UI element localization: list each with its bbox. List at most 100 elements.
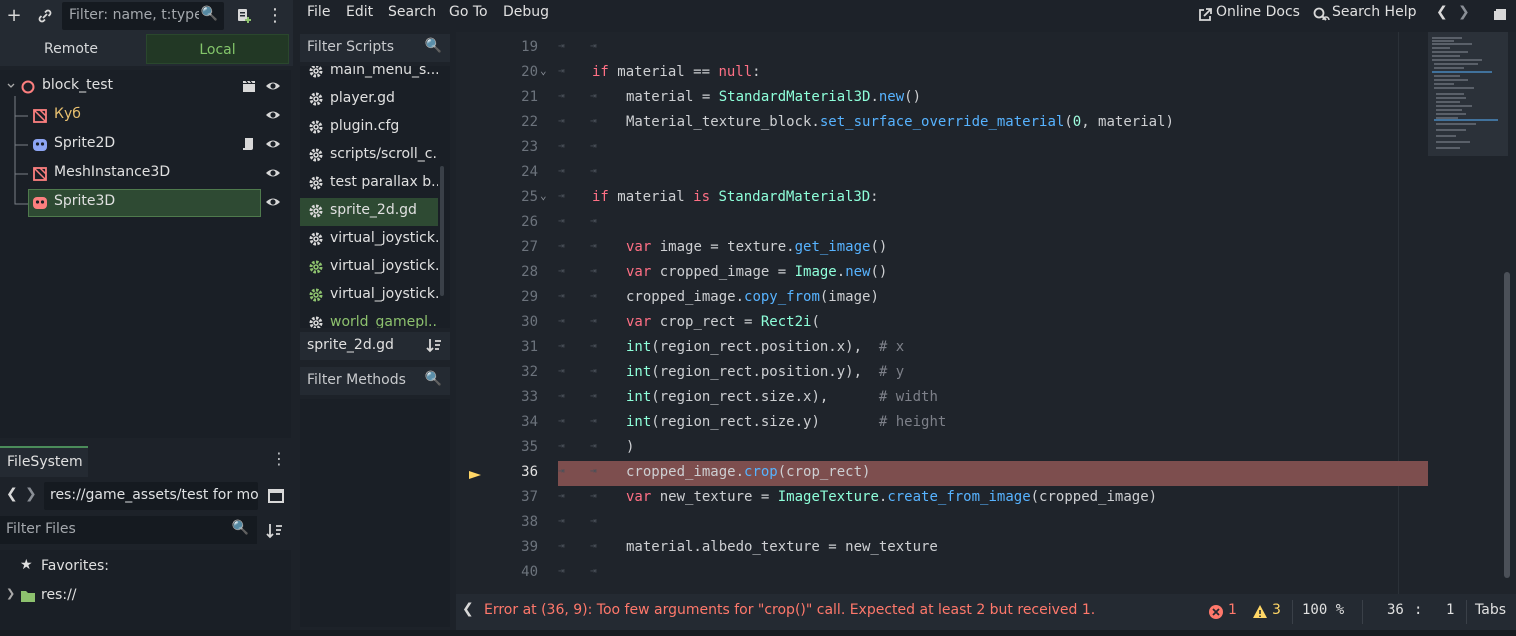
split-view-icon[interactable] <box>267 487 285 505</box>
sprite3d-icon <box>33 197 47 209</box>
toggle-panel-icon[interactable]: ❮ <box>462 601 474 617</box>
fold-chevron-icon[interactable]: ⌄ <box>540 189 547 202</box>
sort-icon[interactable] <box>266 522 284 540</box>
line-number: 32 <box>521 364 538 380</box>
tree-node-kub[interactable]: Куб <box>0 102 291 130</box>
chevron-right-icon[interactable]: ❯ <box>6 587 15 600</box>
forward-icon[interactable]: ❯ <box>25 486 37 502</box>
script-item[interactable]: scripts/scroll_c... <box>300 142 438 170</box>
more-menu-icon[interactable]: ⋮ <box>263 4 287 28</box>
script-item[interactable]: plugin.cfg <box>300 114 438 142</box>
code-line[interactable]: 29 ⇥ ⇥ cropped_image.copy_from(image) <box>456 286 1428 311</box>
script-item[interactable]: virtual_joystick... <box>300 226 438 254</box>
code-line[interactable]: 37 ⇥ ⇥ var new_texture = ImageTexture.creat… <box>456 486 1428 511</box>
script-item[interactable]: virtual_joystick... <box>300 282 438 310</box>
visibility-eye-icon[interactable] <box>265 194 281 210</box>
script-list-scrollbar[interactable] <box>440 166 444 296</box>
code-line[interactable]: 28 ⇥ ⇥ var cropped_image = Image.new() <box>456 261 1428 286</box>
link-icon[interactable] <box>33 4 57 28</box>
menu-bar: File Edit Search Go To Debug Online Docs… <box>296 0 1516 32</box>
tab-marker-icon: ⇥ <box>590 564 597 577</box>
code-text: if material == null: <box>592 64 761 80</box>
external-link-icon <box>1199 8 1212 21</box>
editor-vertical-scrollbar[interactable] <box>1504 272 1510 578</box>
add-node-icon[interactable]: + <box>2 4 26 28</box>
clapperboard-icon[interactable] <box>241 78 257 94</box>
code-line[interactable]: 32 ⇥ ⇥ int(region_rect.position.y), # y <box>456 361 1428 386</box>
indent-mode[interactable]: Tabs <box>1475 602 1506 618</box>
code-line[interactable]: 40 ⇥ ⇥ <box>456 561 1428 586</box>
tab-marker-icon: ⇥ <box>590 314 597 327</box>
code-line[interactable]: 39 ⇥ ⇥ material.albedo_texture = new_textur… <box>456 536 1428 561</box>
script-item[interactable]: main_menu_s... <box>300 66 438 86</box>
code-line[interactable]: 23 ⇥ ⇥ <box>456 136 1428 161</box>
filter-scripts-input[interactable]: Filter Scripts 🔍 <box>300 34 450 62</box>
code-line[interactable]: 31 ⇥ ⇥ int(region_rect.position.x), # x <box>456 336 1428 361</box>
code-line[interactable]: 33 ⇥ ⇥ int(region_rect.size.x), # width <box>456 386 1428 411</box>
code-minimap[interactable] <box>1428 32 1508 156</box>
error-message[interactable]: Error at (36, 9): Too few arguments for … <box>484 602 1095 618</box>
scene-filter-input[interactable]: Filter: name, t:type, 🔍 <box>62 2 224 30</box>
menu-goto[interactable]: Go To <box>449 4 488 20</box>
back-icon[interactable]: ❮ <box>6 486 18 502</box>
tab-local[interactable]: Local <box>146 34 289 64</box>
fs-item-favorites[interactable]: ★ Favorites: <box>0 554 291 582</box>
code-line[interactable]: 24 ⇥ ⇥ <box>456 161 1428 186</box>
zoom-level[interactable]: 100 % <box>1302 602 1344 618</box>
fold-chevron-icon[interactable]: ⌄ <box>540 64 547 77</box>
script-icon[interactable] <box>241 136 257 152</box>
tab-marker-icon: ⇥ <box>590 514 597 527</box>
error-count[interactable]: 1 <box>1228 602 1237 618</box>
code-line[interactable]: 20 ⌄ ⇥ if material == null: <box>456 61 1428 86</box>
online-docs-button[interactable]: Online Docs <box>1216 4 1300 20</box>
menu-debug[interactable]: Debug <box>503 4 549 20</box>
search-help-button[interactable]: Search Help <box>1332 4 1416 20</box>
tree-node-root[interactable]: block_test <box>0 73 291 101</box>
search-icon: 🔍 <box>424 371 442 387</box>
script-item[interactable]: virtual_joystick... <box>300 254 438 282</box>
script-item-label: virtual_joystick... <box>330 258 438 274</box>
tree-node-sprite3d[interactable]: Sprite3D <box>0 189 291 217</box>
menu-file[interactable]: File <box>307 4 330 20</box>
visibility-eye-icon[interactable] <box>265 136 281 152</box>
tab-marker-icon: ⇥ <box>590 114 597 127</box>
code-line-error[interactable]: 36 ⇥ ⇥ cropped_image.crop(crop_rect) <box>521 461 1428 486</box>
attach-script-icon[interactable] <box>232 4 256 28</box>
script-item[interactable]: test parallax b... <box>300 170 438 198</box>
menu-edit[interactable]: Edit <box>346 4 373 20</box>
code-line[interactable]: 22 ⇥ ⇥ Material_texture_block.set_surface_o… <box>456 111 1428 136</box>
code-line[interactable]: 19 ⇥ ⇥ <box>456 36 1428 61</box>
code-line[interactable]: 34 ⇥ ⇥ int(region_rect.size.y) # height <box>456 411 1428 436</box>
sort-icon[interactable] <box>426 337 442 353</box>
history-back-icon[interactable]: ❮ <box>1436 4 1448 20</box>
visibility-eye-icon[interactable] <box>265 165 281 181</box>
script-item[interactable]: player.gd <box>300 86 438 114</box>
more-menu-icon[interactable]: ⋮ <box>271 449 287 468</box>
filter-methods-input[interactable]: Filter Methods 🔍 <box>300 367 450 395</box>
visibility-eye-icon[interactable] <box>265 78 281 94</box>
code-editor[interactable]: 19 ⇥ ⇥ 20 ⌄ ⇥ if material == null: 21 ⇥ ⇥ material… <box>456 32 1516 594</box>
filter-files-input[interactable]: Filter Files 🔍 <box>0 516 257 544</box>
code-line[interactable]: 30 ⇥ ⇥ var crop_rect = Rect2i( <box>456 311 1428 336</box>
tab-remote[interactable]: Remote <box>0 34 142 64</box>
script-item[interactable]: world_gamepl... <box>300 310 438 328</box>
code-line[interactable]: 21 ⇥ ⇥ material = StandardMaterial3D.new() <box>456 86 1428 111</box>
code-text: var image = texture.get_image() <box>626 239 888 255</box>
filesystem-path-input[interactable]: res://game_assets/test for mo <box>44 482 258 510</box>
code-line[interactable]: 35 ⇥ ⇥) <box>456 436 1428 461</box>
code-line[interactable]: 38 ⇥ ⇥ <box>456 511 1428 536</box>
tab-filesystem[interactable]: FileSystem <box>0 446 88 477</box>
fs-item-res[interactable]: ❯ res:// <box>0 583 291 611</box>
warning-count[interactable]: 3 <box>1272 602 1281 618</box>
script-item-selected[interactable]: sprite_2d.gd <box>300 198 438 226</box>
code-line[interactable]: 25 ⌄ ⇥ if material is StandardMaterial3D: <box>456 186 1428 211</box>
distraction-free-icon[interactable] <box>1492 7 1508 23</box>
code-line[interactable]: 26 ⇥ ⇥ <box>456 211 1428 236</box>
code-line[interactable]: 27 ⇥ ⇥ var image = texture.get_image() <box>456 236 1428 261</box>
scene-filter-placeholder: Filter: name, t:type, <box>69 7 199 23</box>
tree-node-sprite2d[interactable]: Sprite2D <box>0 131 291 159</box>
history-forward-icon[interactable]: ❯ <box>1458 4 1470 20</box>
visibility-eye-icon[interactable] <box>265 107 281 123</box>
menu-search[interactable]: Search <box>388 4 436 20</box>
tree-node-meshinstance3d[interactable]: MeshInstance3D <box>0 160 291 188</box>
